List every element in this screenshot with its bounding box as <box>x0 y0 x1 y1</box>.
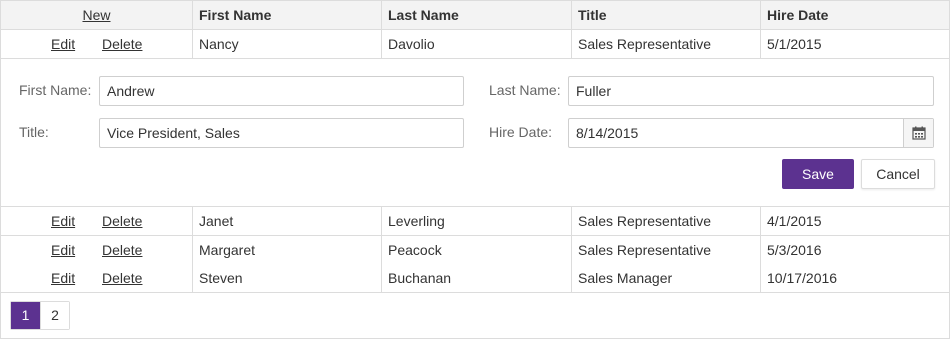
cell-title: Sales Representative <box>571 207 760 235</box>
table-row: Edit Delete Steven Buchanan Sales Manage… <box>1 264 949 293</box>
edit-button[interactable]: Edit <box>51 264 75 292</box>
header-command-cell: New <box>1 1 192 30</box>
save-button[interactable]: Save <box>782 159 854 189</box>
delete-button[interactable]: Delete <box>102 30 142 58</box>
cell-hire-date: 5/1/2015 <box>760 30 949 58</box>
delete-button[interactable]: Delete <box>102 236 142 264</box>
cell-title: Sales Representative <box>571 236 760 264</box>
cell-first-name: Janet <box>192 207 381 235</box>
column-header-title[interactable]: Title <box>571 1 760 30</box>
title-field[interactable] <box>99 118 464 148</box>
row-command-cell: Edit Delete <box>1 30 192 58</box>
calendar-button[interactable] <box>903 119 933 147</box>
cell-hire-date: 4/1/2015 <box>760 207 949 235</box>
row-command-cell: Edit Delete <box>1 264 192 292</box>
row-command-cell: Edit Delete <box>1 207 192 235</box>
calendar-icon <box>911 126 926 140</box>
first-name-label: First Name: <box>19 82 92 98</box>
page-button-2[interactable]: 2 <box>40 302 69 329</box>
cell-last-name: Buchanan <box>381 264 571 292</box>
delete-button[interactable]: Delete <box>102 264 142 292</box>
hire-date-label: Hire Date: <box>489 124 553 140</box>
cell-first-name: Nancy <box>192 30 381 58</box>
grid-header: New First Name Last Name Title Hire Date <box>1 1 949 30</box>
edit-button[interactable]: Edit <box>51 207 75 235</box>
pager: 1 2 <box>10 301 70 330</box>
cell-last-name: Davolio <box>381 30 571 58</box>
title-label: Title: <box>19 124 49 140</box>
table-row: Edit Delete Janet Leverling Sales Repres… <box>1 207 949 236</box>
column-header-first-name[interactable]: First Name <box>192 1 381 30</box>
last-name-field[interactable] <box>568 76 934 106</box>
cell-last-name: Leverling <box>381 207 571 235</box>
cancel-button[interactable]: Cancel <box>861 159 935 189</box>
employee-grid: New First Name Last Name Title Hire Date… <box>0 0 950 339</box>
cell-title: Sales Representative <box>571 30 760 58</box>
first-name-field[interactable] <box>99 76 464 106</box>
hire-date-field[interactable] <box>569 119 899 147</box>
cell-hire-date: 10/17/2016 <box>760 264 949 292</box>
hire-date-picker <box>568 118 934 148</box>
edit-button[interactable]: Edit <box>51 30 75 58</box>
page-button-1[interactable]: 1 <box>11 302 40 329</box>
row-command-cell: Edit Delete <box>1 236 192 264</box>
cell-title: Sales Manager <box>571 264 760 292</box>
table-row: Edit Delete Margaret Peacock Sales Repre… <box>1 236 949 265</box>
cell-hire-date: 5/3/2016 <box>760 236 949 264</box>
delete-button[interactable]: Delete <box>102 207 142 235</box>
edit-button[interactable]: Edit <box>51 236 75 264</box>
cell-first-name: Steven <box>192 264 381 292</box>
edit-form: First Name: Last Name: Title: Hire Date: <box>1 59 949 207</box>
table-row: Edit Delete Nancy Davolio Sales Represen… <box>1 30 949 59</box>
column-header-hire-date[interactable]: Hire Date <box>760 1 949 30</box>
column-header-last-name[interactable]: Last Name <box>381 1 571 30</box>
cell-first-name: Margaret <box>192 236 381 264</box>
new-button[interactable]: New <box>82 7 110 23</box>
last-name-label: Last Name: <box>489 82 561 98</box>
cell-last-name: Peacock <box>381 236 571 264</box>
